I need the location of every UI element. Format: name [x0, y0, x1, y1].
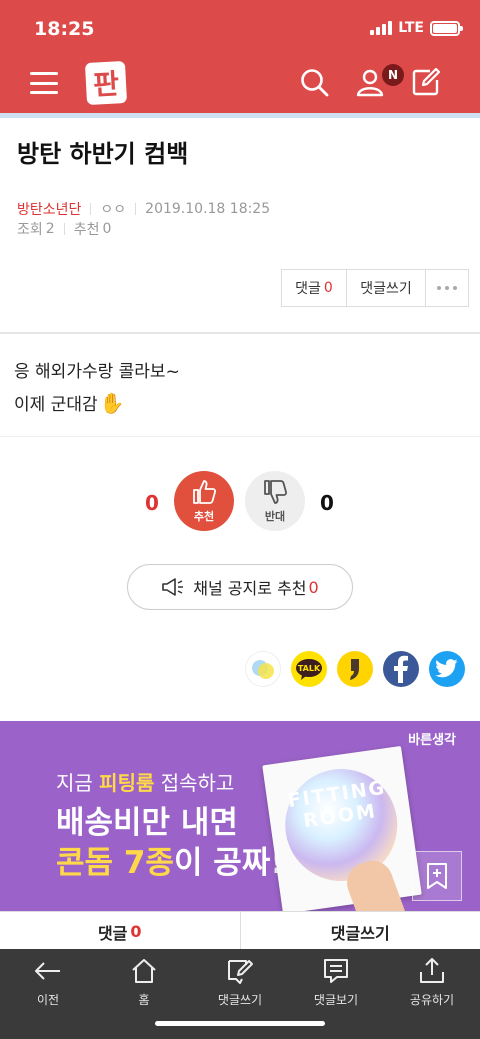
comment-button-label: 댓글 — [295, 281, 321, 297]
nav-share-label: 공유하기 — [409, 993, 455, 1007]
notice-count: 0 — [308, 577, 319, 597]
nav-write-label: 댓글쓰기 — [217, 993, 263, 1007]
nav-write-comment[interactable]: 댓글쓰기 — [192, 957, 288, 1008]
divider — [0, 436, 480, 437]
author-name: ㅇㅇ — [100, 202, 127, 218]
comment-tab-label: 댓글 — [97, 923, 128, 943]
post-body-line: 이제 군대감 ✋ — [14, 390, 125, 416]
signal-icon — [370, 21, 393, 35]
nav-home-label: 홈 — [138, 993, 150, 1007]
nav-back-label: 이전 — [36, 993, 60, 1007]
nav-view-comments[interactable]: 댓글보기 — [288, 957, 384, 1008]
notice-label: 채널 공지로 추천 — [193, 579, 307, 598]
ad-brand: 바른생각 — [408, 733, 456, 748]
write-comment-icon — [228, 960, 253, 984]
bookmark-icon[interactable] — [412, 851, 462, 901]
comment-tab-bar: 댓글 0 댓글쓰기 — [0, 911, 480, 951]
app-screen: 18:25 LTE 판 N 방탄 하반기 컴백 방탄소년단 ㅇㅇ 2019.10… — [0, 0, 480, 1039]
logo[interactable]: 판 — [84, 60, 128, 106]
divider — [0, 332, 480, 334]
kakaotalk-icon[interactable]: TALK — [291, 651, 327, 687]
search-icon[interactable] — [298, 66, 330, 98]
ad-banner[interactable]: 바른생각 지금 피팅룸 접속하고 배송비만 내면 콘돔 7종이 공짜! FITT… — [0, 721, 480, 911]
top-header: 18:25 LTE 판 N — [0, 0, 480, 113]
menu-icon[interactable] — [30, 72, 58, 94]
comment-button-count: 0 — [323, 280, 333, 296]
header-divider — [0, 113, 480, 118]
post-title: 방탄 하반기 컴백 — [17, 140, 189, 168]
recommend-label: 추천 — [73, 222, 100, 238]
recommend-label: 추천 — [193, 510, 215, 523]
notification-badge: N — [382, 64, 404, 86]
share-icon — [420, 958, 444, 983]
home-icon — [132, 959, 156, 983]
oppose-label: 반대 — [264, 510, 286, 523]
nav-back[interactable]: 이전 — [0, 957, 96, 1008]
view-comments-icon — [324, 959, 348, 983]
more-options-icon[interactable] — [426, 270, 468, 306]
ad-line2: 배송비만 내면 — [56, 805, 238, 841]
twitter-icon[interactable] — [429, 651, 465, 687]
kakaostory-icon[interactable] — [337, 651, 373, 687]
status-indicators: LTE — [370, 20, 463, 36]
network-label: LTE — [398, 20, 424, 36]
thumbs-up-icon — [193, 480, 217, 504]
facebook-icon[interactable] — [383, 651, 419, 687]
home-indicator[interactable] — [155, 1021, 325, 1026]
channel-link[interactable]: 방탄소년단 — [17, 199, 81, 219]
comment-tab-count: 0 — [130, 922, 142, 941]
post-meta: 방탄소년단 ㅇㅇ 2019.10.18 18:25 — [17, 199, 270, 219]
talk-label: TALK — [298, 664, 321, 673]
views-label: 조회 — [17, 222, 43, 238]
post-stats: 조회 2 추천 0 — [17, 219, 111, 239]
ad-line3: 콘돔 7종이 공짜! — [56, 845, 285, 881]
oppose-button[interactable]: 반대 — [245, 471, 305, 531]
hand-emoji: ✋ — [99, 390, 125, 415]
megaphone-icon — [162, 578, 184, 596]
write-post-icon[interactable] — [410, 66, 442, 98]
comment-button[interactable]: 댓글 0 — [282, 270, 347, 306]
battery-icon — [430, 20, 463, 36]
status-time: 18:25 — [34, 18, 95, 40]
recommend-count: 0 — [145, 491, 159, 515]
post-date: 2019.10.18 18:25 — [145, 201, 271, 217]
user-icon[interactable] — [354, 66, 386, 98]
nav-home[interactable]: 홈 — [96, 957, 192, 1008]
recommend-count: 0 — [102, 221, 112, 237]
write-comment-tab[interactable]: 댓글쓰기 — [241, 912, 480, 951]
thumbs-down-icon — [264, 480, 288, 504]
comment-tab[interactable]: 댓글 0 — [0, 912, 241, 951]
nav-view-label: 댓글보기 — [313, 993, 359, 1007]
views-count: 2 — [45, 221, 55, 237]
post-body-text: 이제 군대감 — [14, 395, 98, 415]
write-comment-button[interactable]: 댓글쓰기 — [347, 270, 426, 306]
recommend-button[interactable]: 추천 — [174, 471, 234, 531]
product-image: FITTING ROOM — [262, 745, 422, 911]
channel-notice-recommend-button[interactable]: 채널 공지로 추천 0 — [127, 564, 353, 610]
ad-line1: 지금 피팅룸 접속하고 — [56, 771, 235, 795]
back-arrow-icon — [35, 962, 60, 980]
nav-share[interactable]: 공유하기 — [384, 957, 480, 1008]
post-body-line: 응 해외가수랑 콜라보~ — [14, 362, 180, 382]
post-action-buttons: 댓글 0 댓글쓰기 — [281, 269, 469, 307]
channel-share-icon[interactable] — [245, 651, 281, 687]
oppose-count: 0 — [320, 491, 334, 515]
